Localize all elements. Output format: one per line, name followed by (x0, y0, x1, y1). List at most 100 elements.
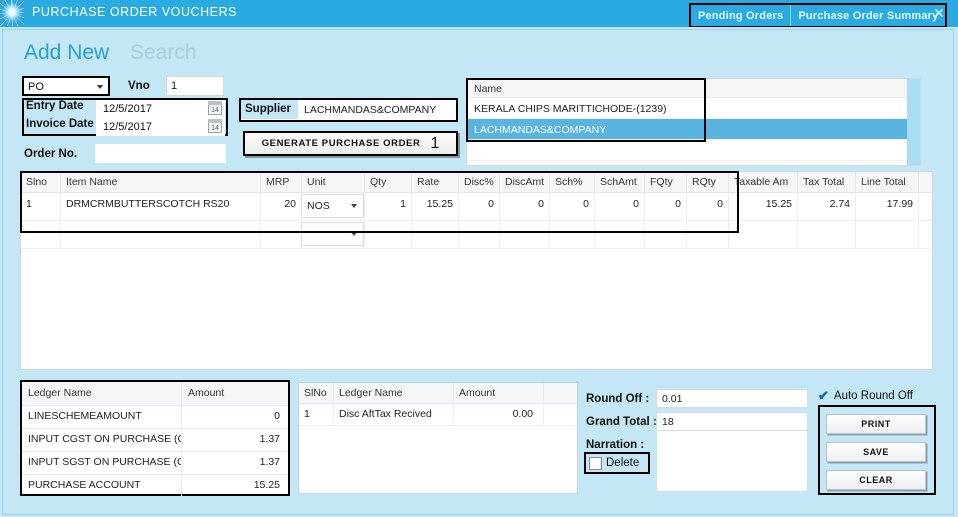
narration-input[interactable] (656, 430, 808, 492)
cell-mrp-empty (261, 220, 302, 248)
cell-taxable-amt-empty (729, 220, 798, 248)
cell-line-total-empty (856, 220, 919, 248)
ledger-table: Ledger Name Amount LINESCHEMEAMOUNT 0 IN… (20, 380, 290, 497)
unit-value: NOS (307, 200, 330, 212)
entry-date-input[interactable]: 12/5/2017 14 (96, 100, 225, 118)
dropdown-scrollbar[interactable] (907, 79, 920, 165)
table-row-empty[interactable] (21, 220, 932, 249)
header-tabs: Pending Orders Purchase Order Summary (689, 3, 948, 28)
unit-select[interactable]: NOS (301, 194, 364, 218)
cell-sch-pct-empty (550, 220, 595, 248)
cell-item-name-empty (61, 220, 261, 248)
calendar-icon[interactable]: 14 (208, 119, 222, 133)
ledger-col-amount: Amount (188, 387, 225, 399)
invoice-date-label: Invoice Date (26, 118, 94, 130)
cell-disc-pct-empty (459, 220, 500, 248)
supplier-label: Supplier (241, 100, 298, 119)
table-row[interactable]: 1 DRMCRMBUTTERSCOTCH RS20 20 NOS 1 15.25… (21, 192, 932, 221)
table-row[interactable]: 1 Disc AftTax Recived 0.00 (299, 403, 577, 426)
delete-checkbox-group[interactable]: Delete (584, 452, 650, 474)
ledger-amount: 1.37 (259, 433, 280, 445)
sunburst-logo-icon (0, 0, 24, 26)
ledger-name: INPUT CGST ON PURCHASE (GST (22, 428, 182, 451)
cell-disc-amt-empty (500, 220, 550, 248)
col-line-total: Line Total (856, 172, 919, 192)
unit-select-empty[interactable] (301, 222, 364, 246)
col-amount2: Amount (454, 383, 544, 403)
cell-disc-amt: 0 (500, 192, 550, 220)
invoice-date-value: 12/5/2017 (103, 121, 152, 133)
cell-disc-pct: 0 (459, 192, 500, 220)
round-off-input[interactable]: 0.01 (656, 389, 808, 408)
table-row[interactable]: LINESCHEMEAMOUNT 0 (22, 405, 288, 429)
delete-checkbox[interactable] (589, 456, 602, 470)
cell-sch-amt-empty (595, 220, 645, 248)
cell-sch-amt: 0 (595, 192, 645, 220)
col-taxable-amt: Taxable Am (729, 172, 798, 192)
cell-extra-empty (919, 220, 932, 248)
col-fqty: FQty (645, 172, 687, 192)
tab-purchase-order-summary[interactable]: Purchase Order Summary (790, 5, 945, 26)
table-row[interactable]: INPUT CGST ON PURCHASE (GST 1.37 (22, 428, 288, 452)
clear-button[interactable]: CLEAR (826, 470, 926, 490)
supplier-field[interactable]: Supplier LACHMANDAS&COMPANY (239, 98, 458, 122)
vno-input[interactable]: 1 (166, 76, 224, 96)
ledger-name: LINESCHEMEAMOUNT (22, 405, 182, 428)
item-grid-header: Slno Item Name MRP Unit Qty Rate Disc% D… (21, 172, 932, 193)
generate-purchase-order-button[interactable]: GENERATE PURCHASE ORDER 1 (243, 131, 458, 156)
supplier-name-dropdown[interactable]: Name KERALA CHIPS MARITTICHODE-(1239) LA… (466, 78, 921, 166)
name-column-header: Name (467, 79, 920, 98)
ledger-header-row: Ledger Name Amount (22, 382, 288, 406)
ledger-name: INPUT SGST ON PURCHASE (GST (22, 451, 182, 474)
ledger-name: PURCHASE ACCOUNT (22, 474, 182, 497)
ledger-col-name: Ledger Name (22, 382, 182, 405)
col-extra (919, 172, 932, 192)
table-row[interactable]: INPUT SGST ON PURCHASE (GST 1.37 (22, 451, 288, 475)
list-item[interactable] (467, 140, 920, 161)
entry-date-label: Entry Date (26, 100, 84, 112)
entry-date-value: 12/5/2017 (103, 103, 152, 115)
table-row[interactable]: PURCHASE ACCOUNT 15.25 (22, 474, 288, 497)
cell-item-name: DRMCRMBUTTERSCOTCH RS20 (61, 192, 261, 220)
title-bar: PURCHASE ORDER VOUCHERS Pending Orders P… (0, 0, 958, 28)
cell-rate: 15.25 (412, 192, 459, 220)
list-item[interactable]: KERALA CHIPS MARITTICHODE-(1239) (467, 98, 920, 119)
order-no-label: Order No. (24, 148, 78, 160)
narration-label: Narration : (586, 439, 645, 451)
cell-taxable-amt: 15.25 (729, 192, 798, 220)
calendar-icon[interactable]: 14 (208, 101, 222, 115)
cell-line-total: 17.99 (856, 192, 919, 220)
ledger-amount: 1.37 (259, 456, 280, 468)
add-new-link[interactable]: Add New (24, 41, 109, 65)
col-unit: Unit (302, 172, 365, 192)
col-disc-pct: Disc% (459, 172, 500, 192)
save-button[interactable]: SAVE (826, 442, 926, 462)
cell-rqty: 0 (687, 192, 729, 220)
print-button[interactable]: PRINT (826, 414, 926, 434)
chevron-down-icon (97, 85, 103, 89)
cell-slno: 1 (21, 192, 61, 220)
list-item[interactable]: LACHMANDAS&COMPANY (467, 119, 920, 140)
calendar-icon-day: 14 (211, 107, 219, 114)
auto-round-off-group[interactable]: ✔ Auto Round Off (818, 389, 913, 402)
check-icon[interactable]: ✔ (818, 389, 829, 402)
order-no-input[interactable] (95, 144, 226, 163)
voucher-type-value: PO (28, 81, 44, 93)
cell-unit-wrap: NOS (301, 192, 365, 220)
cell-tax-total-empty (798, 220, 856, 248)
grand-total-input[interactable]: 18 (656, 412, 808, 431)
col-item-name: Item Name (61, 172, 261, 192)
search-link[interactable]: Search (130, 41, 197, 65)
voucher-type-select[interactable]: PO (22, 76, 110, 96)
cell-tax-total: 2.74 (798, 192, 856, 220)
cell-fqty-empty (645, 220, 687, 248)
col-disc-amt: DiscAmt (500, 172, 550, 192)
col-ledger-name2: Ledger Name (334, 383, 454, 403)
auto-round-off-label: Auto Round Off (833, 389, 913, 402)
invoice-date-input[interactable]: 12/5/2017 14 (96, 118, 225, 136)
cell-extra (919, 192, 932, 220)
ledger-amount: 0 (274, 410, 280, 422)
close-icon[interactable]: ✕ (927, 3, 951, 24)
chevron-down-icon (351, 204, 357, 208)
tab-pending-orders[interactable]: Pending Orders (691, 5, 790, 26)
